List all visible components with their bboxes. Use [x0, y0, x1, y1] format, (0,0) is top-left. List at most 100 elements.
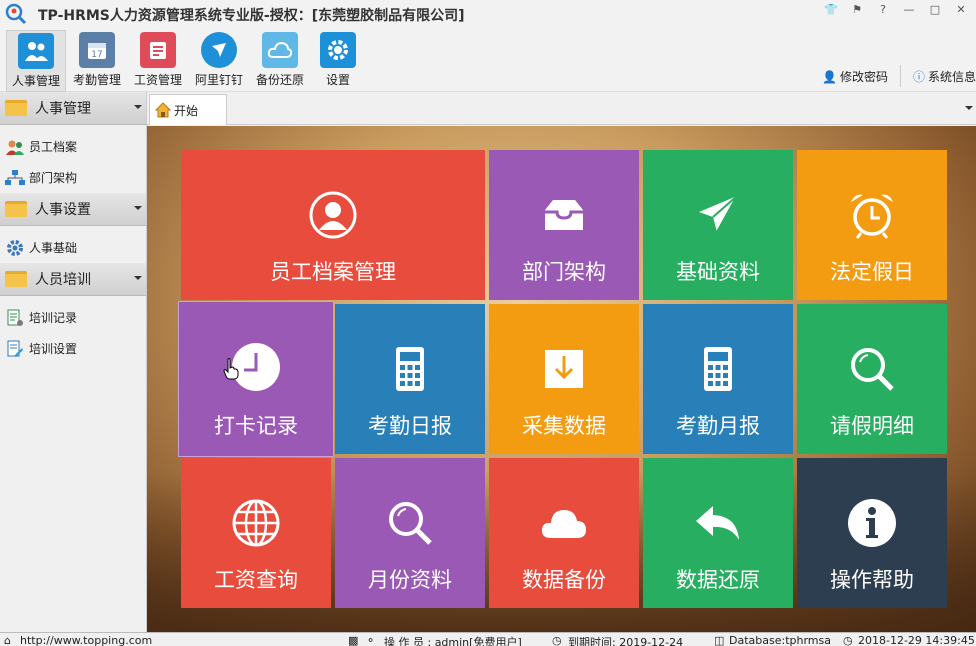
calculator-icon — [396, 347, 424, 391]
status-url: http://www.topping.com — [20, 634, 153, 646]
tab-label: 开始 — [174, 103, 199, 118]
download-icon — [545, 350, 583, 388]
tile-department[interactable]: 部门架构 — [489, 150, 639, 300]
tile-label: 月份资料 — [368, 568, 452, 592]
sidebar-group-hr[interactable]: 人事管理 — [0, 92, 146, 125]
sidebar-item-label: 人事基础 — [29, 241, 78, 255]
tile-label: 操作帮助 — [830, 568, 914, 592]
close-icon[interactable]: ✕ — [950, 2, 972, 18]
status-database: Database:tphrmsa — [729, 634, 831, 646]
chevron-down-icon — [134, 206, 142, 210]
svg-text:17: 17 — [91, 50, 102, 60]
sidebar-item-department[interactable]: 部门架构 — [0, 162, 146, 193]
toolbar-divider — [900, 65, 901, 87]
gear-icon — [320, 32, 356, 68]
sidebar-item-employee-records[interactable]: 员工档案 — [0, 131, 146, 162]
status-operator: 操 作 员 : admin[免费用户] — [384, 636, 522, 646]
database-icon: ◫ — [714, 634, 725, 646]
toolbar-dingtalk[interactable]: 阿里钉钉 — [189, 30, 249, 92]
question-icon: ⓘ — [913, 70, 926, 84]
user-icon — [309, 191, 357, 239]
pin-icon[interactable]: ⚑ — [846, 2, 868, 18]
people-icon — [18, 33, 54, 69]
change-password-link[interactable]: 👤 修改密码 — [822, 68, 888, 85]
chevron-down-icon — [134, 105, 142, 109]
system-info-label: 系统信息 — [928, 70, 976, 84]
tile-label: 请假明细 — [830, 414, 914, 438]
tile-label: 数据备份 — [522, 568, 606, 592]
sidebar-item-training-records[interactable]: 培训记录 — [0, 302, 146, 333]
toolbar-label: 工资管理 — [133, 73, 182, 87]
search-icon — [389, 502, 432, 545]
toolbar-label: 设置 — [325, 73, 350, 87]
training-record-icon — [5, 309, 25, 327]
tile-salary-query[interactable]: 工资查询 — [181, 458, 331, 608]
toolbar-label: 人事管理 — [11, 74, 60, 88]
tile-help[interactable]: 操作帮助 — [797, 458, 947, 608]
tile-leave-details[interactable]: 请假明细 — [797, 304, 947, 454]
window-title: TP-HRMS人力资源管理系统专业版-授权：[东莞塑胶制品有限公司] — [38, 8, 465, 24]
tile-monthly-data[interactable]: 月份资料 — [335, 458, 485, 608]
sidebar-item-hr-basics[interactable]: 人事基础 — [0, 232, 146, 263]
sidebar-group-training[interactable]: 人员培训 — [0, 263, 146, 296]
tab-start[interactable]: 开始 — [149, 94, 227, 125]
tab-dropdown-icon[interactable] — [965, 106, 973, 110]
toolbar-label: 备份还原 — [255, 73, 304, 87]
user-icon: ⚬ — [366, 634, 376, 646]
tile-daily-attendance[interactable]: 考勤日报 — [335, 304, 485, 454]
status-bar: ⌂ http://www.topping.com ▩ ⚬ 操 作 员 : adm… — [0, 632, 976, 646]
paper-plane-icon — [699, 195, 738, 233]
title-bar: TP-HRMS人力资源管理系统专业版-授权：[东莞塑胶制品有限公司] 👕 ⚑ ?… — [0, 0, 976, 28]
calendar-icon: 17 — [79, 32, 115, 68]
app-logo-icon — [5, 3, 27, 25]
tile-collect-data[interactable]: 采集数据 — [489, 304, 639, 454]
globe-icon: ⌂ — [4, 634, 11, 646]
help-icon[interactable]: ? — [872, 2, 894, 18]
calculator-icon — [704, 347, 732, 391]
dashboard-area: 员工档案管理 部门架构 基础资料 法定假日 打卡记录 考勤日报 采集数据 考勤月… — [147, 126, 976, 632]
sidebar-group-hr-settings[interactable]: 人事设置 — [0, 193, 146, 226]
dingtalk-icon — [201, 32, 237, 68]
sidebar-item-label: 培训记录 — [29, 311, 78, 325]
tile-monthly-attendance[interactable]: 考勤月报 — [643, 304, 793, 454]
sidebar-item-training-settings[interactable]: 培训设置 — [0, 333, 146, 364]
sidebar: 人事管理 员工档案 部门架构 人事设置 人事基础 人员培训 培训记录 培训设置 — [0, 92, 147, 632]
toolbar-label: 阿里钉钉 — [194, 73, 243, 87]
tab-strip: 开始 — [147, 92, 976, 125]
tile-label: 法定假日 — [830, 260, 914, 284]
globe-icon — [232, 499, 280, 547]
employee-icon — [5, 138, 25, 156]
toolbar-attendance[interactable]: 17 考勤管理 — [67, 30, 127, 92]
user-key-icon: 👤 — [822, 69, 837, 84]
folder-icon — [5, 100, 27, 116]
tile-basic-data[interactable]: 基础资料 — [643, 150, 793, 300]
skin-icon[interactable]: 👕 — [820, 2, 842, 18]
info-icon — [848, 499, 896, 547]
cloud-icon — [541, 510, 586, 538]
ribbon-toolbar: 人事管理 17 考勤管理 工资管理 阿里钉钉 备份还原 设置 👤 修改密码 ⓘ … — [0, 28, 976, 92]
training-settings-icon — [5, 340, 25, 358]
chevron-down-icon — [134, 276, 142, 280]
toolbar-backup-restore[interactable]: 备份还原 — [250, 30, 310, 92]
maximize-icon[interactable]: □ — [924, 2, 946, 18]
tile-data-restore[interactable]: 数据还原 — [643, 458, 793, 608]
tile-label: 部门架构 — [522, 260, 606, 284]
toolbar-hr-management[interactable]: 人事管理 — [6, 30, 66, 92]
toolbar-settings[interactable]: 设置 — [308, 30, 368, 92]
folder-icon — [5, 271, 27, 287]
sidebar-item-label: 员工档案 — [29, 140, 78, 154]
tile-employee-records[interactable]: 员工档案管理 — [181, 150, 485, 300]
tile-label: 工资查询 — [214, 568, 298, 592]
sidebar-group-label: 人事设置 — [35, 202, 91, 218]
cloud-icon — [262, 32, 298, 68]
system-info-link[interactable]: ⓘ 系统信息 — [913, 68, 976, 85]
sidebar-group-label: 人员培训 — [35, 272, 91, 288]
toolbar-payroll[interactable]: 工资管理 — [128, 30, 188, 92]
clock-icon: ◷ — [843, 634, 853, 646]
tile-data-backup[interactable]: 数据备份 — [489, 458, 639, 608]
minimize-icon[interactable]: — — [898, 2, 920, 18]
tile-label: 基础资料 — [676, 260, 760, 284]
tile-punch-records[interactable]: 打卡记录 — [178, 301, 334, 457]
sidebar-item-label: 部门架构 — [29, 171, 78, 185]
tile-holidays[interactable]: 法定假日 — [797, 150, 947, 300]
